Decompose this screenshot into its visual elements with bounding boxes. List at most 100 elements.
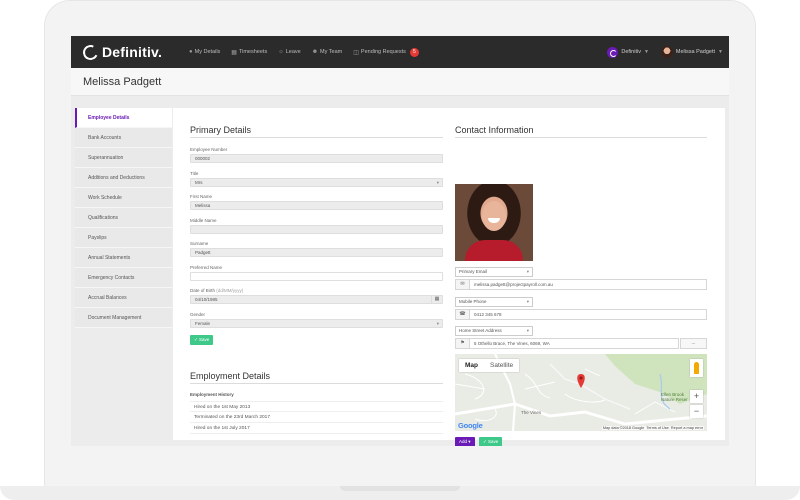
address-type-select[interactable]: Home Street Address ▾	[455, 326, 533, 336]
nav-my-team[interactable]: ☻ My Team	[312, 49, 343, 55]
contact-save-button[interactable]: ✓ Save	[479, 437, 503, 446]
primary-save-button[interactable]: ✓ Save	[190, 335, 214, 345]
nav-label: Pending Requests	[360, 49, 406, 55]
map-terms-link[interactable]: Terms of Use	[646, 426, 668, 430]
email-type-select[interactable]: Primary Email ▾	[455, 267, 533, 277]
section-divider	[190, 383, 443, 384]
sidebar-item-emergency-contacts[interactable]: Emergency Contacts	[75, 268, 172, 288]
preferred-name-field[interactable]	[190, 272, 443, 281]
definitiv-logo-icon	[80, 42, 101, 62]
map-park-label: Nature Reser	[661, 397, 688, 402]
main-nav: ● My Details ▦ Timesheets ☼ Leave ☻ My T…	[189, 36, 430, 68]
nav-pending-requests[interactable]: ◫ Pending Requests 5	[353, 47, 419, 57]
photo-shirt	[465, 240, 523, 261]
user-menu[interactable]: Melissa Padgett	[676, 49, 715, 55]
main-road	[455, 402, 707, 426]
zoom-in-button[interactable]: +	[690, 390, 703, 403]
check-icon: ✓	[194, 337, 198, 342]
email-field[interactable]: ✉ melissa.padgett@projectpayroll.com.au	[455, 279, 707, 290]
middle-name-field[interactable]	[190, 225, 443, 234]
employee-number-field: 000002	[190, 154, 443, 163]
dob-field[interactable]: 04/10/1985 ▦	[190, 295, 443, 304]
avatar[interactable]	[660, 46, 673, 58]
address-field[interactable]: ⚑ 5 Othello Brace, The Vines, 6069, WA	[455, 338, 679, 349]
inbox-icon: ◫	[353, 49, 359, 56]
envelope-icon: ✉	[456, 280, 470, 289]
sidebar-item-qualifications[interactable]: Qualifications	[75, 208, 172, 228]
map-footer: Map data ©2018 Google Terms of Use Repor…	[601, 426, 704, 430]
org-logo-icon	[607, 46, 619, 58]
page-title: Melissa Padgett	[83, 76, 162, 88]
street-view-pegman-icon[interactable]	[690, 359, 703, 377]
check-icon: ✓	[483, 439, 487, 444]
nav-label: My Team	[320, 49, 343, 55]
section-divider	[190, 137, 443, 138]
middle-name-label: Middle Name	[190, 218, 217, 223]
contact-information-title: Contact Information	[455, 125, 534, 135]
title-select-value: Mrs	[195, 180, 203, 185]
gender-select-value: Female	[195, 321, 211, 326]
sidebar-item-work-schedule[interactable]: Work Schedule	[75, 188, 172, 208]
email-type-value: Primary Email	[459, 269, 488, 274]
sidebar-item-payslips[interactable]: Payslips	[75, 228, 172, 248]
sidebar-item-accrual-balances[interactable]: Accrual Balances	[75, 288, 172, 308]
list-item: Hired on the 1st July 2017	[190, 423, 443, 434]
add-contact-button[interactable]: Add ▾	[455, 437, 475, 446]
gender-label: Gender	[190, 312, 206, 317]
sun-icon: ☼	[278, 49, 284, 55]
tab-map[interactable]: Map	[459, 359, 484, 372]
calendar-icon: ▦	[231, 49, 237, 56]
map-report-link[interactable]: Report a map error	[671, 426, 703, 430]
map-marker-icon: ⚑	[456, 339, 470, 348]
phone-field[interactable]: ☎ 0412 345 678	[455, 309, 707, 320]
nav-my-details[interactable]: ● My Details	[189, 49, 220, 55]
primary-details-title: Primary Details	[190, 125, 252, 135]
nav-label: Timesheets	[238, 49, 268, 55]
calendar-icon[interactable]: ▦	[431, 295, 442, 304]
address-value: 5 Othello Brace, The Vines, 6069, WA	[474, 341, 550, 346]
employment-details-title: Employment Details	[190, 371, 271, 381]
phone-type-select[interactable]: Mobile Phone ▾	[455, 297, 533, 307]
sidebar-item-employee-details[interactable]: Employee Details	[75, 108, 172, 128]
laptop-notch	[340, 486, 460, 491]
address-map[interactable]: Map Satellite + − The Vines Ellen Brook …	[455, 354, 707, 431]
phone-icon: ☎	[456, 310, 470, 319]
chevron-down-icon: ▼	[718, 49, 723, 55]
brand-logo[interactable]: Definitiv.	[80, 42, 163, 62]
section-divider	[455, 137, 707, 138]
list-item: Terminated on the 23rd March 2017	[190, 412, 443, 423]
chevron-down-icon: ▾	[526, 299, 529, 304]
title-label: Title	[190, 171, 199, 176]
org-switcher[interactable]: Definitiv	[621, 49, 641, 55]
chevron-down-icon: ▾	[526, 269, 529, 274]
list-item: Hired on the 1st May 2013	[190, 401, 443, 412]
brand-name: Definitiv.	[102, 44, 163, 60]
sidebar-item-bank-accounts[interactable]: Bank Accounts	[75, 128, 172, 148]
save-label: Save	[199, 337, 210, 342]
sidebar-item-additions-deductions[interactable]: Additions and Deductions	[75, 168, 172, 188]
map-attribution: Map data ©2018 Google	[602, 426, 645, 430]
nav-timesheets[interactable]: ▦ Timesheets	[231, 49, 267, 56]
employment-history-label: Employment History	[190, 392, 234, 397]
dob-format-hint: (dd/MM/yyyy)	[216, 288, 244, 293]
nav-leave[interactable]: ☼ Leave	[278, 49, 301, 55]
zoom-out-button[interactable]: −	[690, 405, 703, 418]
save-label: Save	[488, 439, 499, 444]
preferred-name-label: Preferred Name	[190, 265, 223, 270]
phone-value: 0412 345 678	[474, 312, 502, 317]
address-options-button[interactable]: ...	[680, 338, 707, 349]
first-name-field[interactable]: Melissa	[190, 201, 443, 210]
tab-satellite[interactable]: Satellite	[484, 359, 519, 372]
sidebar-item-superannuation[interactable]: Superannuation	[75, 148, 172, 168]
chevron-down-icon: ▾	[468, 439, 471, 444]
dob-label-text: Date of Birth	[190, 288, 216, 293]
sidebar-item-annual-statements[interactable]: Annual Statements	[75, 248, 172, 268]
sidebar-item-document-management[interactable]: Document Management	[75, 308, 172, 328]
surname-field[interactable]: Padgett	[190, 248, 443, 257]
chevron-down-icon: ▾	[526, 328, 529, 333]
gender-select[interactable]: Female ▾	[190, 319, 443, 328]
title-select[interactable]: Mrs ▾	[190, 178, 443, 187]
google-logo: Google	[458, 421, 483, 430]
profile-photo	[455, 184, 533, 261]
employee-number-label: Employee Number	[190, 147, 228, 152]
